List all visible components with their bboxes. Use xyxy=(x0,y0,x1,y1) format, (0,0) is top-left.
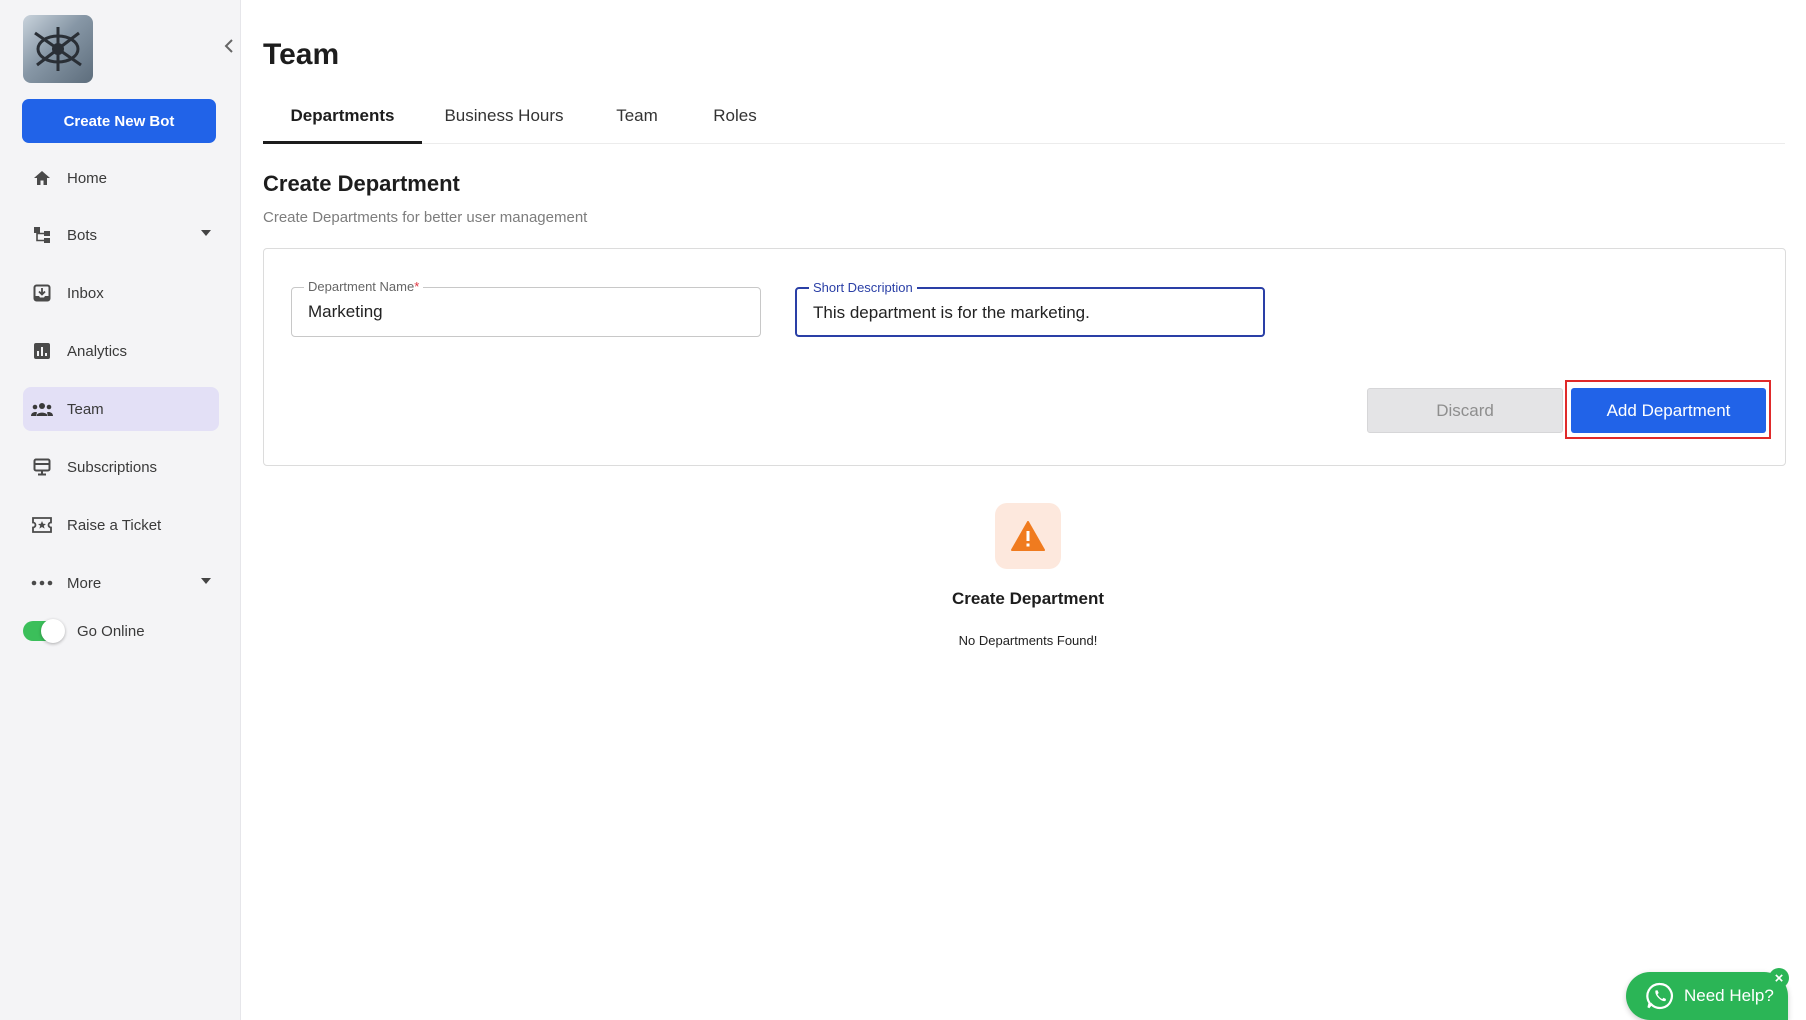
tab-team[interactable]: Team xyxy=(608,100,666,144)
tab-roles[interactable]: Roles xyxy=(699,100,771,144)
close-help-button[interactable]: × xyxy=(1769,968,1789,988)
create-department-form xyxy=(263,248,1786,466)
department-name-input[interactable] xyxy=(308,298,738,326)
required-mark: * xyxy=(414,279,420,294)
sidebar-item-label: Analytics xyxy=(67,342,128,360)
empty-state-title: Create Department xyxy=(951,589,1105,608)
toggle-knob xyxy=(41,619,65,643)
sidebar-item-more[interactable]: More xyxy=(23,561,219,605)
sidebar-item-home[interactable]: Home xyxy=(23,156,219,200)
home-icon xyxy=(31,167,53,189)
sidebar-item-subscriptions[interactable]: Subscriptions xyxy=(23,445,219,489)
whatsapp-icon xyxy=(1646,982,1673,1010)
tab-departments[interactable]: Departments xyxy=(263,100,422,144)
sidebar-item-label: Home xyxy=(67,169,108,187)
more-icon xyxy=(31,572,53,594)
add-department-button[interactable]: Add Department xyxy=(1571,388,1766,433)
sidebar-item-label: Inbox xyxy=(67,284,104,302)
create-new-bot-button[interactable]: Create New Bot xyxy=(22,99,216,143)
short-description-input[interactable] xyxy=(813,299,1243,327)
discard-button[interactable]: Discard xyxy=(1367,388,1563,433)
sidebar-item-label: Raise a Ticket xyxy=(67,516,162,534)
inbox-icon xyxy=(31,282,53,304)
sidebar-item-raise-ticket[interactable]: Raise a Ticket xyxy=(23,503,219,547)
analytics-icon xyxy=(31,340,53,362)
go-online-label: Go Online xyxy=(77,622,145,640)
sidebar-item-bots[interactable]: Bots xyxy=(23,213,219,257)
sidebar-item-analytics[interactable]: Analytics xyxy=(23,329,219,373)
collapse-sidebar-button[interactable] xyxy=(220,36,238,56)
short-description-label: Short Description xyxy=(809,280,917,295)
department-name-label: Department Name* xyxy=(304,279,424,294)
tab-bar: Departments Business Hours Team Roles xyxy=(263,100,1785,144)
sidebar-item-label: Bots xyxy=(67,226,98,244)
subscriptions-icon xyxy=(31,456,53,478)
department-name-field[interactable]: Department Name* xyxy=(291,279,761,337)
sidebar-item-inbox[interactable]: Inbox xyxy=(23,271,219,315)
chevron-down-icon xyxy=(201,578,211,584)
section-title: Create Department xyxy=(263,171,460,196)
empty-state-message: No Departments Found! xyxy=(958,633,1098,648)
sidebar-item-label: Subscriptions xyxy=(67,458,158,476)
sidebar-item-label: More xyxy=(67,574,102,592)
sidebar-item-label: Team xyxy=(67,400,104,418)
close-icon: × xyxy=(1774,969,1784,987)
need-help-label: Need Help? xyxy=(1684,986,1774,1005)
bot-logo[interactable] xyxy=(23,15,93,83)
sidebar-item-team[interactable]: Team xyxy=(23,387,219,431)
page-title: Team xyxy=(263,38,340,71)
empty-state-icon-box xyxy=(995,503,1061,569)
ticket-icon xyxy=(31,514,53,536)
go-online-row: Go Online xyxy=(23,617,145,645)
section-subtitle: Create Departments for better user manag… xyxy=(263,209,588,226)
need-help-button[interactable]: Need Help? xyxy=(1626,972,1788,1020)
chevron-left-icon xyxy=(224,39,233,53)
warning-icon xyxy=(1011,521,1045,551)
team-icon xyxy=(31,398,53,420)
sidebar: Create New Bot Home Bots Inbox Analytics… xyxy=(0,0,241,1020)
chevron-down-icon xyxy=(201,230,211,236)
tab-business-hours[interactable]: Business Hours xyxy=(433,100,575,144)
short-description-field[interactable]: Short Description xyxy=(795,280,1265,337)
bots-icon xyxy=(31,224,53,246)
go-online-toggle[interactable] xyxy=(23,619,65,643)
